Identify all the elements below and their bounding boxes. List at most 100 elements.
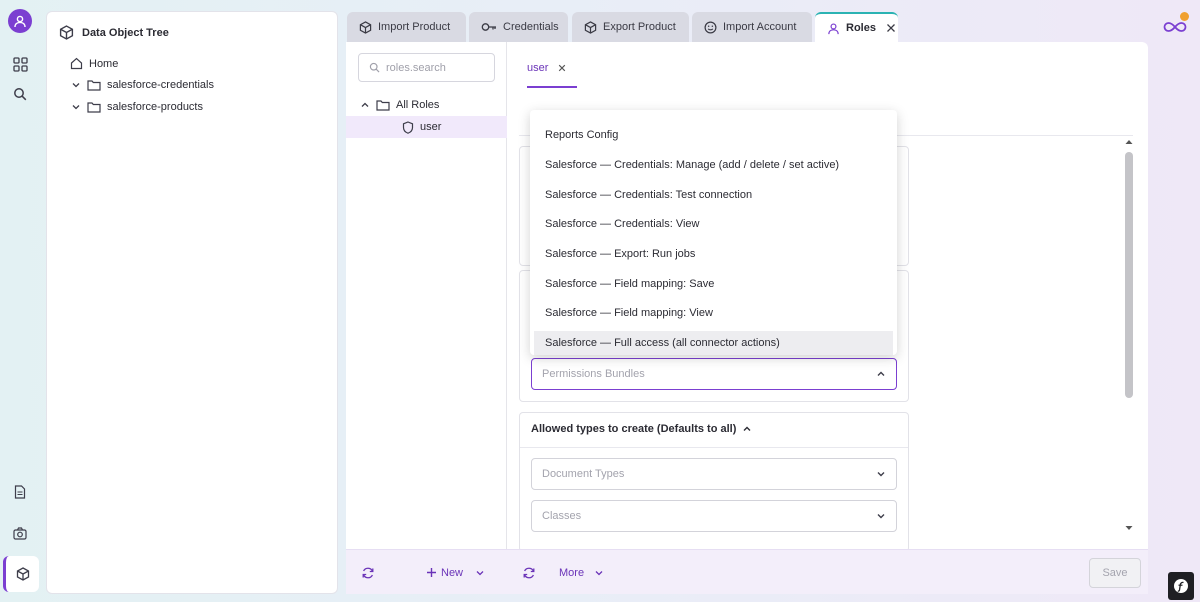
smiley-icon xyxy=(704,21,717,33)
save-button[interactable]: Save xyxy=(1089,558,1141,588)
tree-item-salesforce-credentials[interactable]: salesforce-credentials xyxy=(71,79,214,91)
close-icon[interactable] xyxy=(558,64,566,72)
allowed-types-header[interactable]: Allowed types to create (Defaults to all… xyxy=(531,423,752,435)
search-button[interactable] xyxy=(6,80,34,108)
classes-placeholder: Classes xyxy=(542,510,582,522)
search-placeholder: roles.search xyxy=(386,61,446,74)
detail-footer: More xyxy=(507,549,1148,594)
more-button[interactable]: More xyxy=(559,550,604,595)
user-avatar[interactable] xyxy=(8,9,32,33)
subtab-user[interactable]: user xyxy=(527,62,566,74)
tab-label: Import Product xyxy=(378,21,451,33)
tree-title: Data Object Tree xyxy=(59,25,169,40)
chevron-up-icon[interactable] xyxy=(360,100,370,110)
folder-icon xyxy=(87,102,101,113)
scrollbar-thumb[interactable] xyxy=(1125,152,1133,398)
documents-button[interactable] xyxy=(6,478,34,506)
symfony-toolbar-toggle[interactable] xyxy=(1168,572,1194,600)
roles-footer: New xyxy=(346,549,507,594)
refresh-icon xyxy=(362,567,374,578)
dropdown-option[interactable]: Salesforce — Credentials: Manage (add / … xyxy=(534,153,893,177)
cube-icon xyxy=(359,20,372,34)
allowed-types-title: Allowed types to create (Defaults to all… xyxy=(531,423,737,435)
tab-export-product[interactable]: Export Product xyxy=(572,12,689,42)
tab-label: Roles xyxy=(846,22,876,34)
document-icon xyxy=(14,485,26,499)
data-object-tree-panel: Data Object Tree Home salesforce-credent… xyxy=(46,11,338,594)
notification-badge xyxy=(1180,12,1189,21)
subtab-indicator xyxy=(527,86,577,88)
dropdown-option[interactable]: Salesforce — Export: Run jobs xyxy=(534,242,893,266)
scroll-up-arrow-icon[interactable] xyxy=(1122,138,1136,146)
dropdown-option[interactable]: Salesforce — Field mapping: View xyxy=(534,301,893,325)
role-root-label: All Roles xyxy=(396,99,440,111)
role-tree-root[interactable]: All Roles xyxy=(346,94,507,116)
tab-label: Credentials xyxy=(503,21,559,33)
app-logo[interactable] xyxy=(1162,12,1189,40)
tab-import-product[interactable]: Import Product xyxy=(347,12,466,42)
tree-title-label: Data Object Tree xyxy=(82,26,169,39)
key-icon xyxy=(481,23,496,31)
tree-item-label: Home xyxy=(89,57,119,70)
chevron-down-icon[interactable] xyxy=(876,511,886,521)
roles-list-panel: roles.search All Roles user New xyxy=(346,42,507,594)
scroll-down-arrow-icon[interactable] xyxy=(1122,524,1136,532)
chevron-down-icon[interactable] xyxy=(71,102,81,112)
roles-search-input[interactable]: roles.search xyxy=(358,53,495,82)
user-icon xyxy=(14,15,26,28)
more-label: More xyxy=(559,566,585,579)
classes-select[interactable]: Classes xyxy=(531,500,897,532)
document-types-select[interactable]: Document Types xyxy=(531,458,897,490)
tab-credentials[interactable]: Credentials xyxy=(469,12,568,42)
camera-icon xyxy=(13,526,27,540)
dropdown-option[interactable]: Salesforce — Credentials: Test connectio… xyxy=(534,183,893,207)
search-icon xyxy=(14,88,27,101)
chevron-up-icon[interactable] xyxy=(742,424,752,434)
left-rail xyxy=(0,0,40,602)
folder-icon xyxy=(376,100,390,111)
assets-button[interactable] xyxy=(6,519,34,547)
symfony-logo-icon xyxy=(1174,579,1188,593)
refresh-roles-button[interactable] xyxy=(361,550,375,595)
home-icon xyxy=(70,57,83,70)
close-icon[interactable] xyxy=(886,23,896,33)
user-icon xyxy=(828,22,839,34)
dropdown-option[interactable]: Reports Config xyxy=(534,123,893,147)
role-item-label: user xyxy=(420,121,442,133)
permissions-bundles-placeholder: Permissions Bundles xyxy=(542,368,645,380)
folder-icon xyxy=(87,80,101,91)
new-role-label: New xyxy=(441,566,464,579)
chevron-down-icon[interactable] xyxy=(71,80,81,90)
permissions-bundles-select[interactable]: Permissions Bundles xyxy=(531,358,897,390)
chevron-down-icon[interactable] xyxy=(594,568,604,578)
dashboard-button[interactable] xyxy=(6,50,34,78)
role-item-user[interactable]: user xyxy=(346,116,507,138)
cube-icon xyxy=(59,25,74,40)
refresh-detail-button[interactable] xyxy=(522,550,536,595)
shield-icon xyxy=(402,120,414,134)
search-icon xyxy=(369,62,380,73)
dropdown-option[interactable]: Salesforce — Field mapping: Save xyxy=(534,272,893,296)
document-types-placeholder: Document Types xyxy=(542,468,625,480)
divider xyxy=(520,447,908,448)
tab-label: Import Account xyxy=(723,21,797,33)
chevron-down-icon[interactable] xyxy=(876,469,886,479)
tab-label: Export Product xyxy=(603,21,676,33)
tree-item-label: salesforce-products xyxy=(107,101,203,113)
cube-icon xyxy=(16,567,29,581)
data-objects-button[interactable] xyxy=(3,556,39,592)
tree-item-home[interactable]: Home xyxy=(70,57,118,70)
plus-icon xyxy=(427,568,436,577)
tree-item-salesforce-products[interactable]: salesforce-products xyxy=(71,101,203,113)
dropdown-option[interactable]: Salesforce — Full access (all connector … xyxy=(534,331,893,355)
tab-roles[interactable]: Roles xyxy=(815,12,898,42)
dropdown-option[interactable]: Salesforce — Credentials: View xyxy=(534,212,893,236)
new-role-button[interactable]: New xyxy=(426,550,485,595)
refresh-icon xyxy=(523,567,535,578)
chevron-down-icon[interactable] xyxy=(475,568,485,578)
chevron-up-icon[interactable] xyxy=(876,369,886,379)
grid-icon xyxy=(12,56,28,72)
tab-import-account[interactable]: Import Account xyxy=(692,12,812,42)
scrollbar[interactable] xyxy=(1122,138,1136,538)
permissions-bundles-dropdown: Reports Config Salesforce — Credentials:… xyxy=(530,110,897,355)
